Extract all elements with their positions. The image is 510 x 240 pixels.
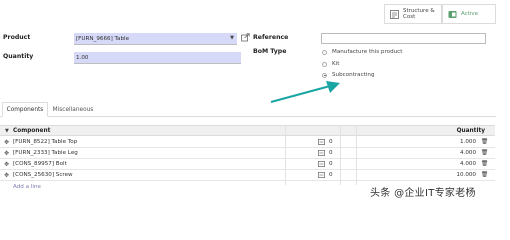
forecast-value: 0 bbox=[329, 150, 333, 156]
archive-toggle-icon bbox=[447, 9, 457, 19]
reference-field[interactable] bbox=[321, 33, 486, 44]
component-quantity: 4.000 bbox=[459, 161, 476, 167]
add-line-link[interactable]: Add a line bbox=[13, 184, 41, 190]
sort-caret-icon: ▼ bbox=[5, 128, 9, 134]
bom-type-label: BoM Type bbox=[253, 48, 287, 55]
product-value: [FURN_9666] Table bbox=[76, 36, 130, 42]
trash-icon[interactable]: 🗑 bbox=[481, 150, 488, 156]
forecast-report-icon[interactable] bbox=[318, 139, 328, 145]
forecast-report-icon[interactable] bbox=[318, 150, 328, 156]
table-row[interactable]: ✥ [CONS_25630] Screw 0 10.000 🗑 bbox=[0, 170, 495, 181]
drag-handle-icon[interactable]: ✥ bbox=[4, 161, 9, 168]
active-toggle-button[interactable]: Active bbox=[442, 4, 496, 24]
product-field[interactable]: [FURN_9666] Table ▼ bbox=[74, 33, 237, 45]
report-icon bbox=[389, 9, 399, 19]
radio-icon[interactable] bbox=[322, 49, 327, 55]
forecast-report-icon[interactable] bbox=[318, 172, 328, 178]
quantity-field[interactable]: 1.00 bbox=[74, 52, 241, 64]
forecast-value: 0 bbox=[329, 139, 333, 145]
dropdown-caret-icon[interactable]: ▼ bbox=[230, 35, 234, 41]
bom-type-option-label: Kit bbox=[332, 61, 340, 67]
tab-components[interactable]: Components bbox=[2, 102, 48, 117]
active-label: Active bbox=[461, 11, 479, 17]
quantity-value: 1.00 bbox=[76, 55, 89, 61]
quantity-label: Quantity bbox=[3, 53, 34, 60]
radio-selected-icon[interactable] bbox=[322, 72, 327, 78]
product-label: Product bbox=[3, 34, 31, 41]
structure-cost-button[interactable]: Structure & Cost bbox=[384, 4, 442, 24]
reference-label: Reference bbox=[253, 34, 289, 41]
forecast-report-icon[interactable] bbox=[318, 161, 328, 167]
table-row[interactable]: ✥ [FURN_8522] Table Top 0 1.000 🗑 bbox=[0, 137, 495, 148]
column-header-component[interactable]: Component bbox=[13, 128, 50, 134]
component-name: [CONS_25630] Screw bbox=[13, 172, 73, 178]
notebook-tabs: Components Miscellaneous bbox=[0, 102, 496, 117]
bom-type-option-label: Manufacture this product bbox=[332, 49, 403, 55]
bom-type-option-label: Subcontracting bbox=[332, 72, 375, 78]
tab-label: Components bbox=[6, 106, 44, 113]
forecast-value: 0 bbox=[329, 172, 333, 178]
component-name: [FURN_2333] Table Leg bbox=[13, 150, 78, 156]
drag-handle-icon[interactable]: ✥ bbox=[4, 139, 9, 146]
trash-icon[interactable]: 🗑 bbox=[481, 172, 488, 178]
drag-handle-icon[interactable]: ✥ bbox=[4, 172, 9, 179]
table-header: ▼ Component Quantity bbox=[0, 125, 495, 136]
table-row[interactable]: ✥ [CONS_89957] Bolt 0 4.000 🗑 bbox=[0, 159, 495, 170]
forecast-value: 0 bbox=[329, 161, 333, 167]
bom-type-option-subcontracting[interactable]: Subcontracting bbox=[322, 72, 375, 78]
trash-icon[interactable]: 🗑 bbox=[481, 139, 488, 145]
column-header-quantity[interactable]: Quantity bbox=[457, 128, 485, 134]
component-quantity: 10.000 bbox=[456, 172, 476, 178]
component-name: [CONS_89957] Bolt bbox=[13, 161, 67, 167]
component-quantity: 4.000 bbox=[459, 150, 476, 156]
trash-icon[interactable]: 🗑 bbox=[481, 161, 488, 167]
tab-miscellaneous[interactable]: Miscellaneous bbox=[50, 102, 96, 117]
watermark-text: 头条 @企业IT专家老杨 bbox=[370, 188, 476, 199]
bom-type-option-kit[interactable]: Kit bbox=[322, 61, 339, 67]
drag-handle-icon[interactable]: ✥ bbox=[4, 150, 9, 157]
structure-cost-label: Structure & Cost bbox=[403, 8, 435, 20]
tab-label: Miscellaneous bbox=[52, 106, 94, 113]
external-link-icon[interactable] bbox=[241, 33, 250, 44]
table-row[interactable]: ✥ [FURN_2333] Table Leg 0 4.000 🗑 bbox=[0, 148, 495, 159]
component-name: [FURN_8522] Table Top bbox=[13, 139, 78, 145]
radio-icon[interactable] bbox=[322, 61, 327, 67]
component-quantity: 1.000 bbox=[459, 139, 476, 145]
bom-type-option-manufacture[interactable]: Manufacture this product bbox=[322, 49, 402, 55]
